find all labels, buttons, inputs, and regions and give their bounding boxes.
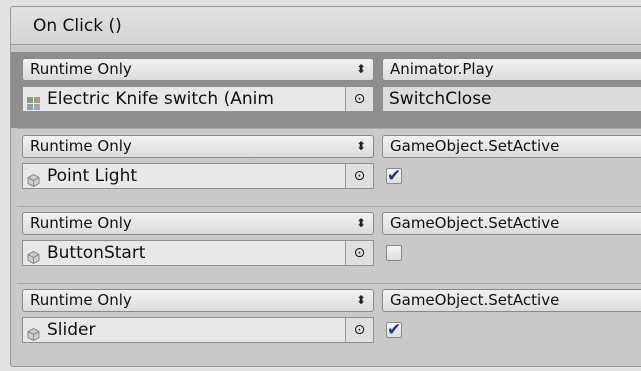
listener-entry-1[interactable]: Runtime Only ⬍ GameObject.SetActive Poin…: [11, 130, 641, 206]
entry-separator: [17, 128, 641, 129]
target-object-label: ButtonStart: [47, 243, 146, 263]
function-dropdown[interactable]: GameObject.SetActive: [382, 289, 641, 312]
call-state-dropdown[interactable]: Runtime Only ⬍: [22, 289, 374, 312]
target-object-label: Point Light: [47, 166, 138, 186]
animator-component-icon: [27, 93, 40, 110]
bool-argument-checkbox[interactable]: ✔: [386, 322, 402, 339]
function-label: Animator.Play: [390, 60, 494, 78]
function-dropdown[interactable]: GameObject.SetActive: [382, 135, 641, 158]
target-object-field[interactable]: Point Light ⊙: [22, 163, 374, 189]
function-dropdown[interactable]: GameObject.SetActive: [382, 212, 641, 235]
function-label: GameObject.SetActive: [390, 291, 560, 309]
object-picker-icon[interactable]: ⊙: [345, 241, 373, 265]
target-object-field[interactable]: ButtonStart ⊙: [22, 240, 374, 266]
call-state-label: Runtime Only: [30, 291, 132, 309]
listener-entry-0[interactable]: Runtime Only ⬍ Animator.Play Electric Kn…: [11, 52, 641, 128]
call-state-label: Runtime Only: [30, 60, 132, 78]
on-click-event-panel: On Click () Runtime Only ⬍ Animator.Play…: [10, 6, 641, 367]
updown-arrow-icon: ⬍: [355, 139, 366, 153]
call-state-dropdown[interactable]: Runtime Only ⬍: [22, 135, 374, 158]
object-picker-icon[interactable]: ⊙: [345, 318, 373, 342]
target-object-field[interactable]: Slider ⊙: [22, 317, 374, 343]
object-picker-icon[interactable]: ⊙: [345, 164, 373, 188]
updown-arrow-icon: ⬍: [355, 293, 366, 307]
updown-arrow-icon: ⬍: [355, 62, 366, 76]
gameobject-cube-icon: [27, 170, 40, 188]
target-object-label: Slider: [47, 320, 96, 340]
gameobject-cube-icon: [27, 247, 40, 265]
event-header: On Click (): [11, 7, 641, 45]
listener-entry-3[interactable]: Runtime Only ⬍ GameObject.SetActive Slid…: [11, 284, 641, 360]
gameobject-cube-icon: [27, 324, 40, 342]
updown-arrow-icon: ⬍: [355, 216, 366, 230]
object-picker-icon[interactable]: ⊙: [345, 87, 373, 111]
function-label: GameObject.SetActive: [390, 137, 560, 155]
bool-argument-checkbox[interactable]: [386, 245, 402, 261]
call-state-dropdown[interactable]: Runtime Only ⬍: [22, 212, 374, 235]
string-argument-field[interactable]: SwitchClose: [382, 86, 641, 112]
call-state-label: Runtime Only: [30, 214, 132, 232]
bool-argument-checkbox[interactable]: ✔: [386, 168, 402, 185]
function-label: GameObject.SetActive: [390, 214, 560, 232]
listener-entry-2[interactable]: Runtime Only ⬍ GameObject.SetActive Butt…: [11, 207, 641, 283]
function-dropdown[interactable]: Animator.Play: [382, 58, 641, 81]
target-object-field[interactable]: Electric Knife switch (Anim ⊙: [22, 86, 374, 112]
call-state-label: Runtime Only: [30, 137, 132, 155]
target-object-label: Electric Knife switch (Anim: [47, 89, 274, 109]
call-state-dropdown[interactable]: Runtime Only ⬍: [22, 58, 374, 81]
